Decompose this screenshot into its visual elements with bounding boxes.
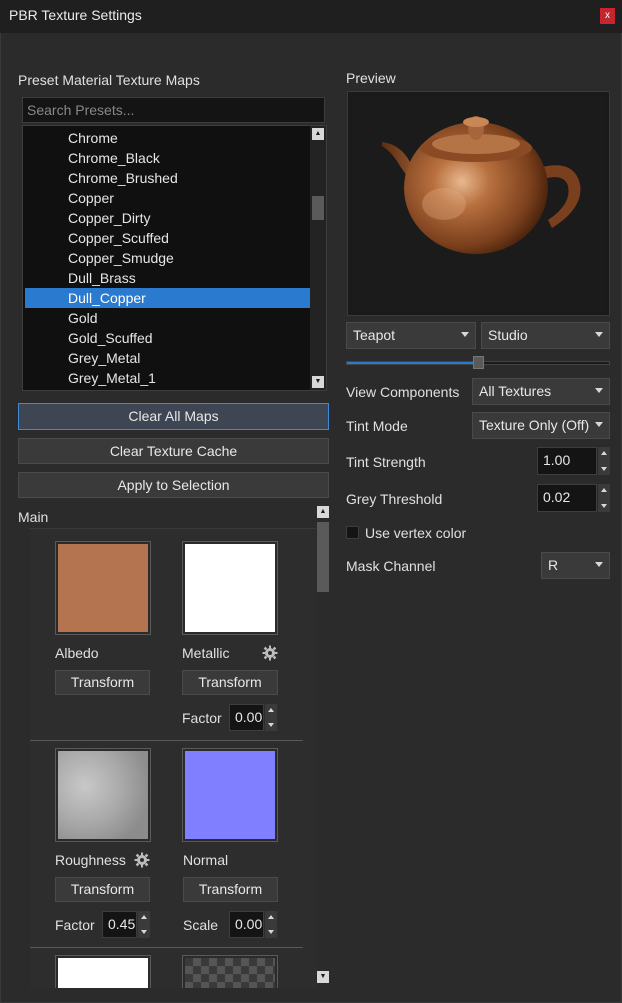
metallic-factor-stepper[interactable] [265,704,277,731]
mask-channel-label: Mask Channel [346,558,436,574]
preset-list-item[interactable]: Copper [25,188,311,208]
preview-viewport[interactable] [347,91,610,316]
preset-list-item[interactable]: Dull_Brass [25,268,311,288]
metallic-factor-input[interactable]: 0.00 [229,704,264,731]
preview-slider-fill [347,362,478,364]
window-title: PBR Texture Settings [9,7,142,23]
preset-list-item[interactable]: Copper_Smudge [25,248,311,268]
presets-list[interactable]: Chrome Chrome_Black Chrome_Brushed Copper Co… [22,125,327,391]
metallic-label: Metallic [182,645,230,661]
presets-scroll-thumb[interactable] [312,196,324,220]
roughness-factor-label: Factor [55,917,95,933]
presets-scrollbar[interactable]: ▲ ▼ [310,126,326,390]
tint-mode-select[interactable]: Texture Only (Off) [472,412,610,439]
gear-icon[interactable] [134,852,150,868]
mask-channel-select[interactable]: R [541,552,610,579]
main-textures-panel: Albedo Transform Metallic Transform Fact… [30,528,317,988]
grey-threshold-input[interactable]: 0.02 [537,484,597,512]
tint-strength-label: Tint Strength [346,454,426,470]
gear-icon[interactable] [262,645,278,661]
grey-threshold-stepper[interactable] [598,484,610,512]
preview-model-value: Teapot [353,327,396,343]
normal-transform-button[interactable]: Transform [183,877,278,902]
preset-list-item[interactable]: Gold_Scuffed [25,328,311,348]
albedo-transform-button[interactable]: Transform [55,670,150,695]
normal-scale-stepper[interactable] [265,911,277,938]
scroll-up-icon[interactable]: ▲ [317,506,329,518]
metallic-transform-button[interactable]: Transform [182,670,278,695]
preset-list-item[interactable]: Gold [25,308,311,328]
preset-list-item[interactable]: Chrome_Brushed [25,168,311,188]
close-button[interactable]: x [600,8,615,24]
opacity-swatch-frame[interactable] [182,955,278,988]
tint-strength-stepper[interactable] [598,447,610,475]
preset-list-item[interactable]: Chrome_Black [25,148,311,168]
main-panel-scrollbar[interactable]: ▲ ▼ [316,504,330,986]
chevron-down-icon [595,562,603,567]
preview-environment-value: Studio [488,327,528,343]
preview-heading: Preview [346,70,396,86]
use-vertex-color-checkbox[interactable] [346,526,359,539]
roughness-label: Roughness [55,852,126,868]
albedo-swatch[interactable] [58,544,148,632]
albedo-swatch-frame[interactable] [55,541,151,635]
normal-swatch[interactable] [185,751,275,839]
chevron-down-icon [461,332,469,337]
view-components-select[interactable]: All Textures [472,378,610,405]
preview-slider-handle[interactable] [473,356,484,369]
view-components-value: All Textures [479,383,552,399]
normal-scale-input[interactable]: 0.00 [229,911,264,938]
chevron-down-icon [595,388,603,393]
checker-swatch[interactable] [185,958,275,988]
section-divider [30,947,303,948]
roughness-swatch[interactable] [58,751,148,839]
main-scroll-thumb[interactable] [317,522,329,592]
metallic-swatch[interactable] [185,544,275,632]
scroll-up-icon[interactable]: ▲ [312,128,324,140]
use-vertex-color-label: Use vertex color [365,525,467,541]
albedo-label: Albedo [55,645,99,661]
metallic-factor-label: Factor [182,710,222,726]
roughness-factor-stepper[interactable] [138,911,150,938]
preset-list-item[interactable]: Chrome [25,128,311,148]
preset-list-item[interactable]: Copper_Scuffed [25,228,311,248]
roughness-factor-input[interactable]: 0.45 [102,911,137,938]
tint-mode-label: Tint Mode [346,418,408,434]
metallic-swatch-frame[interactable] [182,541,278,635]
scroll-down-icon[interactable]: ▼ [317,971,329,983]
view-components-label: View Components [346,384,460,400]
emissive-swatch-frame[interactable] [55,955,151,988]
preview-environment-select[interactable]: Studio [481,322,610,349]
preset-list-item[interactable]: Grey_Metal [25,348,311,368]
roughness-swatch-frame[interactable] [55,748,151,842]
apply-to-selection-button[interactable]: Apply to Selection [18,472,329,498]
clear-texture-cache-button[interactable]: Clear Texture Cache [18,438,329,464]
main-section-heading: Main [18,509,49,525]
roughness-transform-button[interactable]: Transform [55,877,150,902]
tint-strength-input[interactable]: 1.00 [537,447,597,475]
preview-model-select[interactable]: Teapot [346,322,476,349]
grey-threshold-label: Grey Threshold [346,491,443,507]
normal-label: Normal [183,852,229,868]
teapot-icon [382,116,581,254]
chevron-down-icon [595,422,603,427]
normal-swatch-frame[interactable] [182,748,278,842]
preview-render[interactable] [352,96,605,311]
section-divider [30,740,303,741]
preset-list-item[interactable]: Grey_Metal_1 [25,368,311,388]
tint-mode-value: Texture Only (Off) [479,417,590,433]
chevron-down-icon [595,332,603,337]
preset-list-item[interactable]: Copper_Dirty [25,208,311,228]
search-presets-input[interactable]: Search Presets... [22,97,325,123]
presets-heading: Preset Material Texture Maps [18,72,200,88]
white-swatch[interactable] [58,958,148,988]
normal-scale-label: Scale [183,917,219,933]
preset-list-item[interactable]: Dull_Copper [25,288,311,308]
clear-all-maps-button[interactable]: Clear All Maps [18,403,329,430]
mask-channel-value: R [548,557,559,573]
scroll-down-icon[interactable]: ▼ [312,376,324,388]
